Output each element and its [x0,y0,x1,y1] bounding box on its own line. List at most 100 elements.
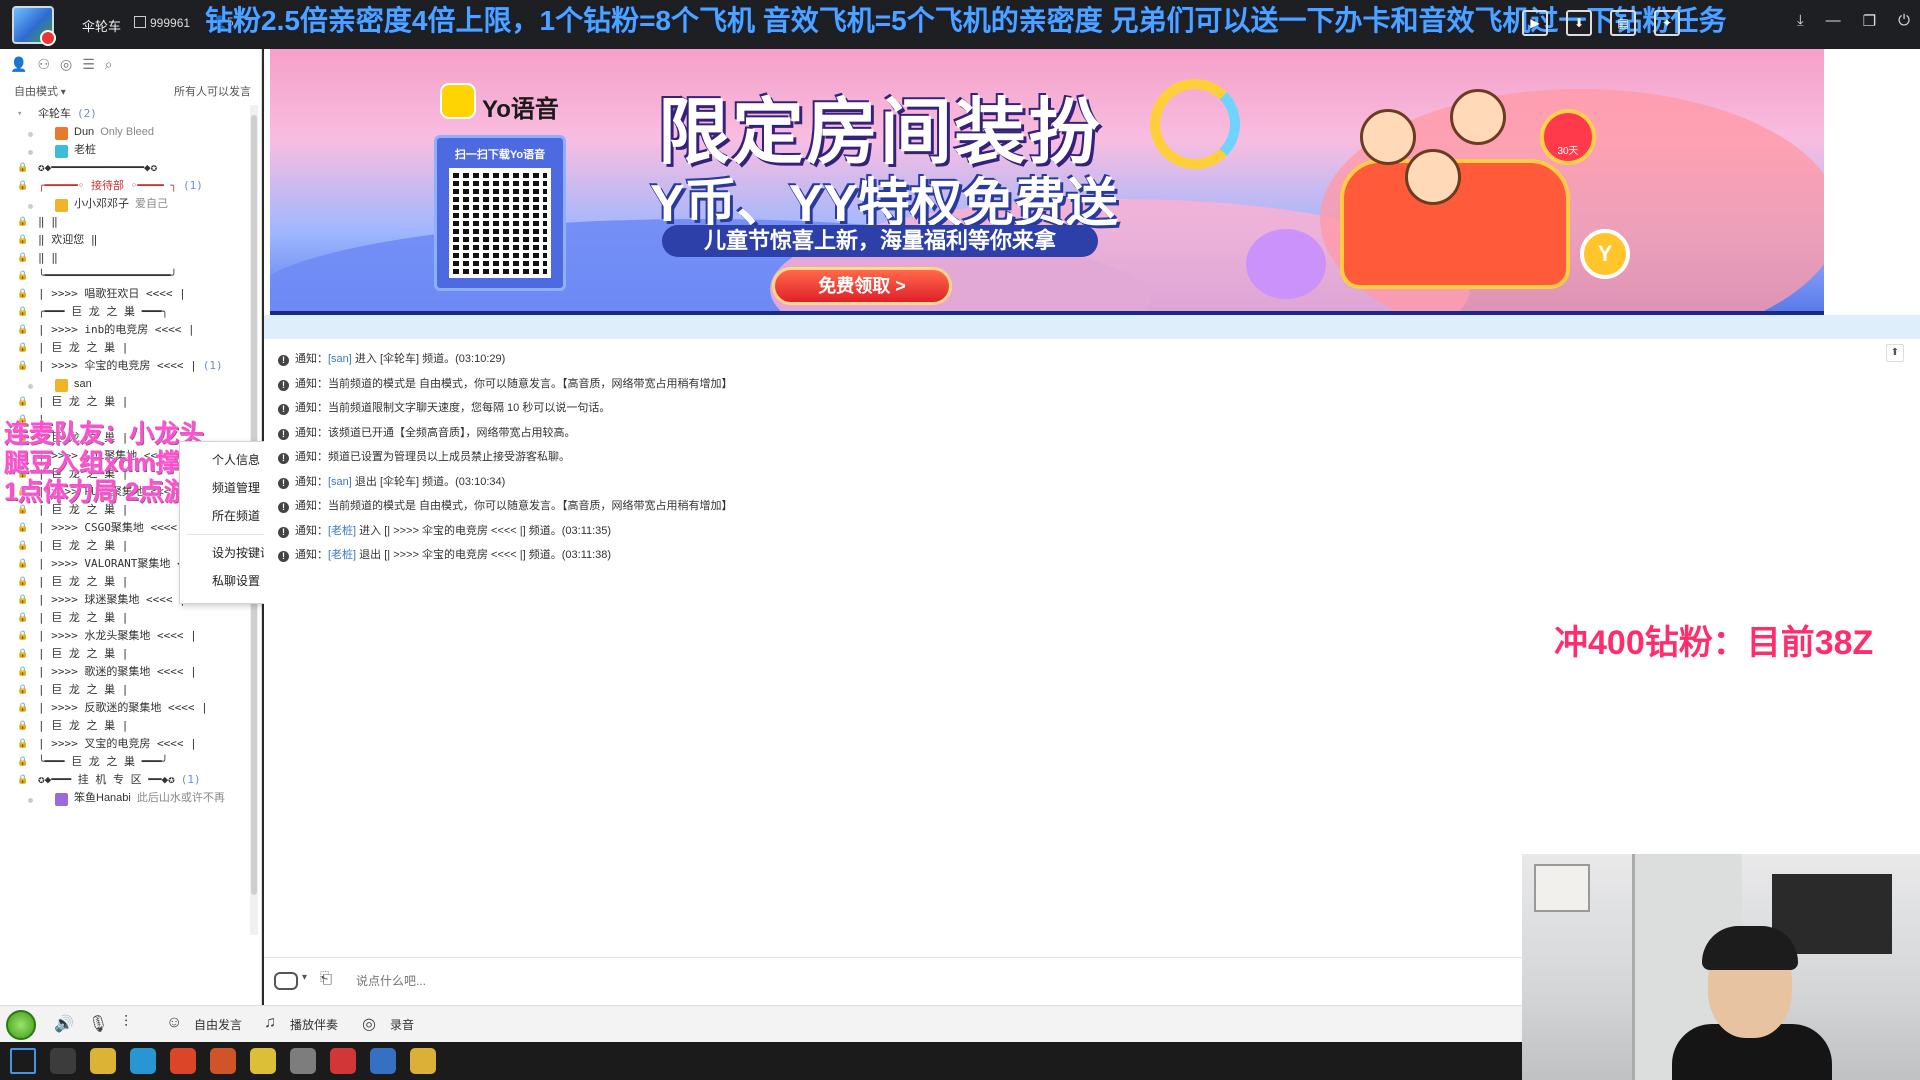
channel-item[interactable]: 🔒 ‖ 欢迎您 ‖ [0,231,250,249]
channel-item[interactable]: 🔒 ╰━━━━━━━━━━━━━━━━━━━╯ [0,267,250,285]
channel-name: | 巨 龙 之 巢 | [38,575,129,588]
channel-item[interactable]: 🔒 | 巨 龙 之 巢 | [0,681,250,699]
microphone-icon[interactable]: 🎙 [88,1014,108,1034]
explorer-icon[interactable] [90,1048,116,1074]
translate-icon[interactable]: ⎗ [320,970,332,987]
free-speak-icon[interactable]: ☺ [166,1014,182,1032]
channel-name: | 巨 龙 之 巢 | [38,431,129,444]
list-icon[interactable]: ☰ [82,56,95,73]
channel-item[interactable]: 🔒 ╭━━━ 巨 龙 之 巢 ━━━╮ [0,303,250,321]
netease-music-icon[interactable] [330,1048,356,1074]
message-user-link[interactable]: [老桩] [328,525,356,537]
yy-app-icon[interactable] [410,1048,436,1074]
channel-item[interactable]: 🔒 | >>>> 叉宝的电竞房 <<<< | [0,735,250,753]
avatar-icon [55,127,68,140]
chrome-icon[interactable] [170,1048,196,1074]
channel-item[interactable]: 🔒 | 巨 龙 之 巢 | [0,339,250,357]
download-icon[interactable]: ⬇ [1566,10,1592,36]
message-prefix: 通知： [295,377,328,390]
channel-item[interactable]: 🔒 ╭━━━━━◦ 接待部 ◦━━━━ ╮ (1) [0,177,250,195]
channel-item[interactable]: 🔒 | 巨 龙 之 巢 | [0,393,250,411]
app-a-icon[interactable] [210,1048,236,1074]
record-button[interactable]: 录音 [390,1016,414,1033]
yo-voice-logo: Yo语音 [440,83,600,123]
music-icon[interactable]: ♫ [264,1014,276,1032]
channel-item[interactable]: 🔒 | 巨 龙 之 巢 | [0,717,250,735]
channel-name: | 巨 龙 之 巢 | [38,395,129,408]
emoji-icon[interactable] [274,972,298,990]
steam-icon[interactable] [370,1048,396,1074]
search-icon[interactable]: ⌕ [105,56,113,73]
location-icon[interactable]: ◎ [60,56,72,73]
channel-item[interactable]: 🔒 | >>>> 歌迷的聚集地 <<<< | [0,663,250,681]
user-item[interactable]: 老桩 [0,141,250,159]
group-icon[interactable]: ⚇ [37,56,50,73]
channel-item[interactable]: 🔒 ✪◆━━━━━━━━━━━━━━◆✪ [0,159,250,177]
channel-item[interactable]: 🔒 ✪◆━━━ 挂 机 专 区 ━━◆✪ (1) [0,771,250,789]
presence-dot-icon [28,384,33,389]
user-item[interactable]: san [0,375,250,393]
windows-start-icon[interactable] [10,1048,36,1074]
user-signature: 爱自己 [135,198,168,210]
equalizer-icon[interactable]: ⫶ [124,1014,128,1032]
calendar-icon[interactable]: ▤ [1610,10,1636,36]
message-text: 进入 [| >>>> 伞宝的电竞房 <<<< |] 频道。(03:11:35) [356,524,612,537]
share-screen-icon[interactable]: ▶ [1522,10,1548,36]
collapse-icon[interactable]: ⤓ [1797,12,1804,30]
restore-icon[interactable]: ❐ [1863,12,1876,30]
search-icon[interactable] [50,1048,76,1074]
lock-icon: 🔒 [17,433,29,443]
top-toolbar: ▶ ⬇ ▤ ✦ [1522,10,1680,36]
channel-item[interactable]: 🔒 | >>>> 反歌迷的聚集地 <<<< | [0,699,250,717]
system-message: ! 通知：[老桩] 退出 [| >>>> 伞宝的电竞房 <<<< |] 频道。(0… [278,545,611,565]
app-b-icon[interactable] [250,1048,276,1074]
app-c-icon[interactable] [290,1048,316,1074]
lock-icon: 🔒 [17,649,29,659]
system-message: ! 通知：当前频道的模式是 自由模式，你可以随意发言。【高音质，网络带宽占用稍有增… [278,496,733,516]
channel-name: ╭━━━━━◦ 接待部 ◦━━━━ ╮ (1) [38,179,203,192]
mode-select[interactable]: 自由模式 [14,83,66,99]
edge-icon[interactable] [130,1048,156,1074]
channel-item[interactable]: 🔒 | 巨 龙 之 巢 | [0,645,250,663]
channel-item[interactable]: 🔒 ╰━━━ 巨 龙 之 巢 ━━━╯ [0,753,250,771]
free-speak-button[interactable]: 自由发言 [194,1016,242,1033]
channel-logo[interactable] [12,6,56,46]
minimize-icon[interactable]: — [1826,12,1841,30]
channel-name: ╭━━━ 巨 龙 之 巢 ━━━╮ [38,305,169,318]
user-item[interactable]: Dun Only Bleed [0,123,250,141]
channel-item[interactable]: 🔒 | >>>> 唱歌狂欢日 <<<< | [0,285,250,303]
channel-item[interactable]: 🔒 | >>>> 水龙头聚集地 <<<< | [0,627,250,645]
speaker-icon[interactable]: 🔊 [54,1014,74,1034]
message-prefix: 通知： [295,426,328,439]
scroll-top-icon[interactable]: ⬆ [1886,344,1904,362]
gamepad-icon[interactable]: ✦ [1654,10,1680,36]
ring-decoration-icon [1150,79,1240,169]
channel-name: | 巨 龙 之 巢 | [38,503,129,516]
info-icon: ! [278,551,289,562]
record-icon[interactable]: ◎ [362,1014,376,1034]
channel-item[interactable]: 🔒 | [0,411,250,429]
channel-item[interactable]: 🔒 | >>>> 伞宝的电竞房 <<<< | (1) [0,357,250,375]
power-icon[interactable]: ⏻ [1898,12,1910,30]
status-icon[interactable] [6,1010,36,1040]
promo-banner[interactable]: Yo语音 扫一扫下载Yo语音 限定房间装扮 Y币、YY特权免费送 儿童节惊喜上新… [270,49,1824,315]
message-user-link[interactable]: [老桩] [328,549,356,561]
user-item[interactable]: 笨鱼Hanabi 此后山水或许不再 [0,789,250,807]
channel-item[interactable]: ▾ 伞轮车 (2) [0,105,250,123]
chevron-down-icon[interactable]: ▾ [302,972,307,983]
user-icon[interactable]: 👤 [10,56,27,73]
channel-item[interactable]: 🔒 | >>>> inb的电竞房 <<<< | [0,321,250,339]
message-user-link[interactable]: [san] [328,353,352,365]
lock-icon: 🔒 [17,217,29,227]
lock-icon: 🔒 [17,451,29,461]
message-user-link[interactable]: [san] [328,476,352,488]
play-accompany-button[interactable]: 播放伴奏 [290,1016,338,1033]
lock-icon: 🔒 [17,343,29,353]
chat-input[interactable] [356,970,1256,992]
user-item[interactable]: 小小邓邓子 爱自己 [0,195,250,213]
channel-item[interactable]: 🔒 ‖ ‖ [0,213,250,231]
claim-free-button[interactable]: 免费领取 > [772,267,952,305]
channel-item[interactable]: 🔒 | 巨 龙 之 巢 | [0,609,250,627]
lock-icon: 🔒 [17,523,29,533]
channel-item[interactable]: 🔒 ‖ ‖ [0,249,250,267]
